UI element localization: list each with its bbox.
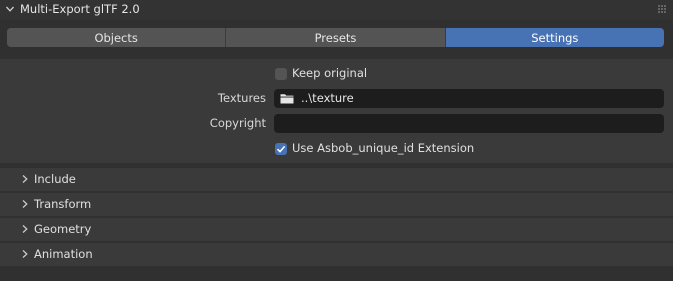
tab-bar: Objects Presets Settings <box>7 28 664 47</box>
subpanel-include-label: Include <box>34 172 76 186</box>
panel-header[interactable]: Multi-Export glTF 2.0 <box>0 0 673 20</box>
drag-grip-icon[interactable] <box>657 4 667 14</box>
multi-export-panel: Multi-Export glTF 2.0 Objects Presets Se… <box>0 0 673 281</box>
tab-objects[interactable]: Objects <box>7 28 227 47</box>
textures-path-value: ..\texture <box>301 91 354 105</box>
checkmark-icon <box>276 145 286 153</box>
keep-original-checkbox[interactable] <box>275 68 287 80</box>
textures-path-field[interactable]: ..\texture <box>274 89 664 108</box>
subpanel-geometry-label: Geometry <box>34 222 92 236</box>
use-extension-label: Use Asbob_unique_id Extension <box>292 141 475 155</box>
chevron-right-icon <box>22 250 28 258</box>
chevron-down-icon[interactable] <box>5 4 15 14</box>
chevron-right-icon <box>22 175 28 183</box>
panel-title: Multi-Export glTF 2.0 <box>20 2 140 16</box>
copyright-label: Copyright <box>209 116 266 130</box>
subpanel-animation[interactable]: Animation <box>0 243 673 266</box>
tab-presets[interactable]: Presets <box>226 28 446 47</box>
subpanel-animation-label: Animation <box>34 247 93 261</box>
folder-icon[interactable] <box>280 93 294 104</box>
chevron-right-icon <box>22 200 28 208</box>
subpanel-transform-label: Transform <box>34 197 92 211</box>
use-extension-checkbox[interactable] <box>275 143 287 155</box>
subpanel-transform[interactable]: Transform <box>0 193 673 216</box>
subpanel-geometry[interactable]: Geometry <box>0 218 673 241</box>
subpanel-include[interactable]: Include <box>0 168 673 191</box>
copyright-field[interactable] <box>274 114 664 133</box>
textures-label: Textures <box>217 91 266 105</box>
keep-original-label: Keep original <box>292 66 368 80</box>
tab-settings[interactable]: Settings <box>445 28 664 47</box>
chevron-right-icon <box>22 225 28 233</box>
settings-section: Keep original Textures ..\texture Copyri… <box>0 59 673 163</box>
